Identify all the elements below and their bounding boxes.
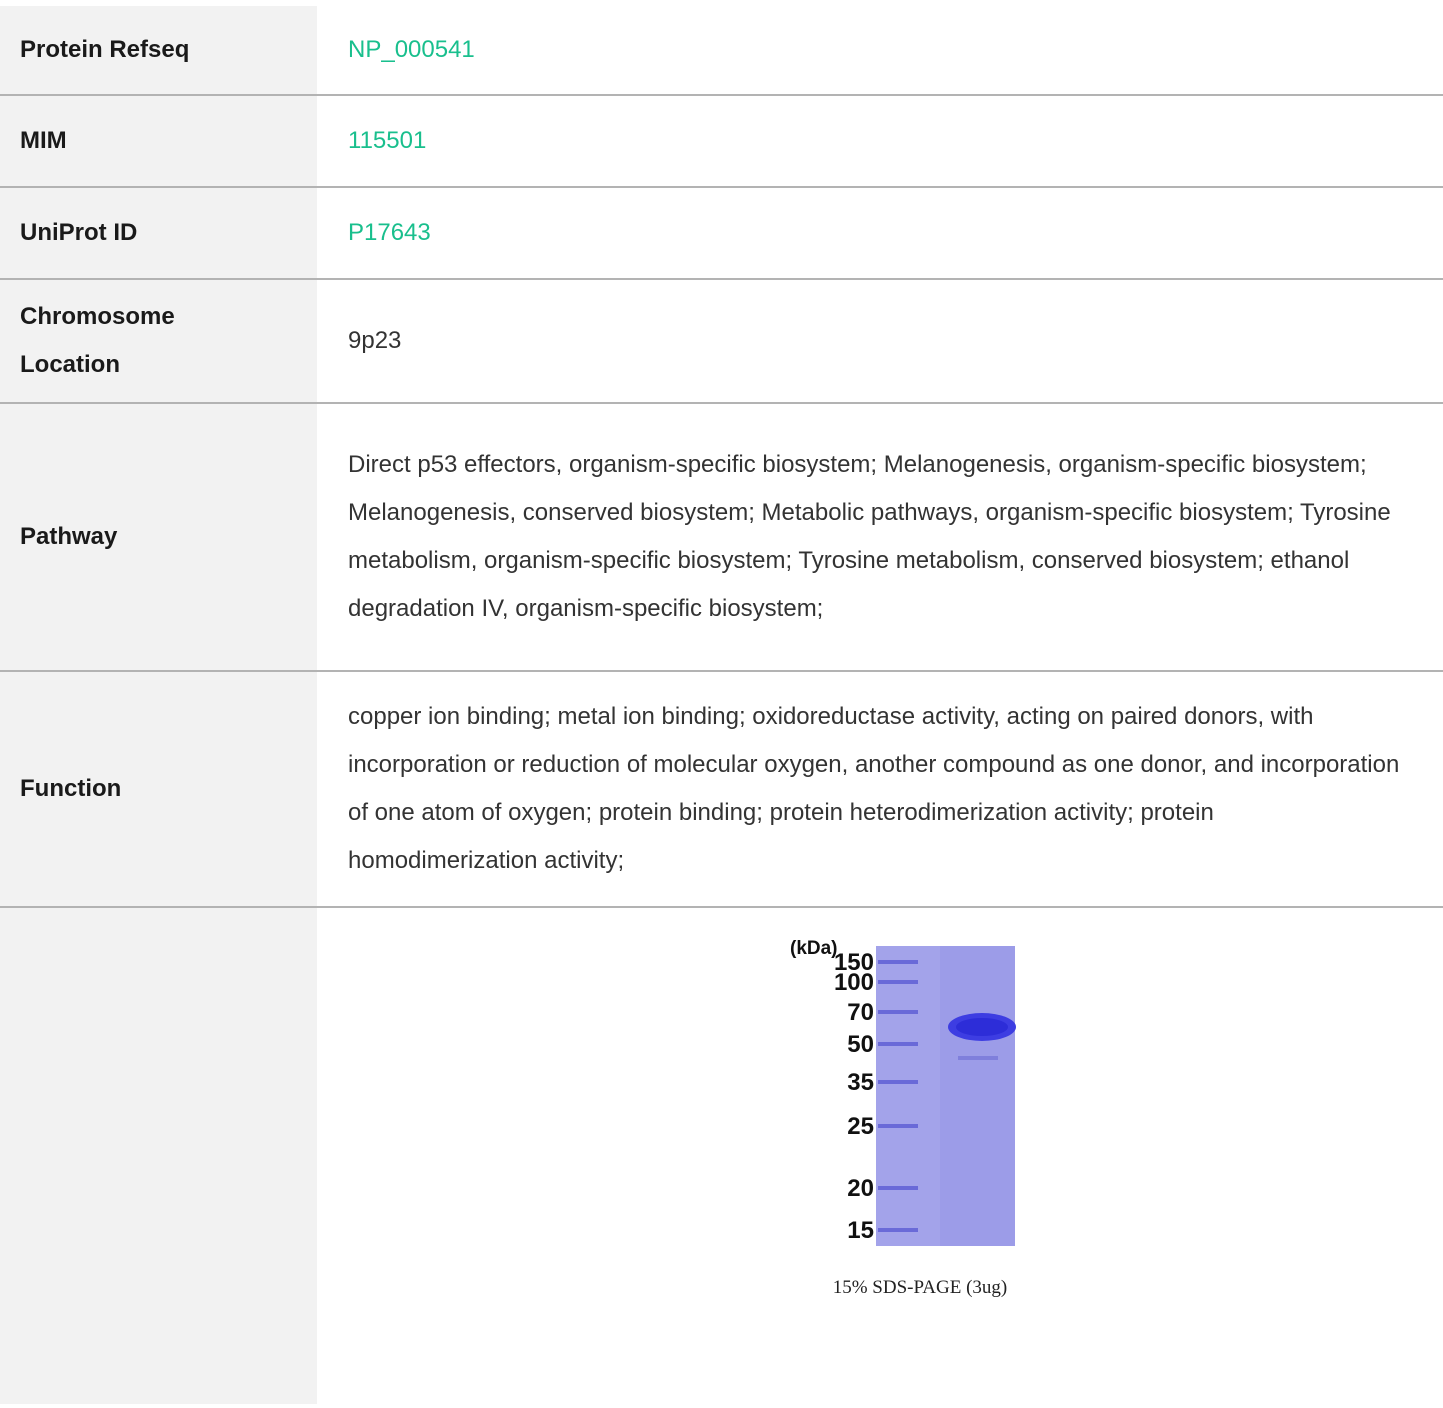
ladder-band: [878, 1010, 918, 1014]
mim-link[interactable]: 115501: [348, 117, 426, 165]
table-row: Protein Refseq NP_000541: [0, 6, 1443, 96]
table-row: Pathway Direct p53 effectors, organism-s…: [0, 404, 1443, 672]
row-value: 9p23: [348, 327, 402, 354]
row-label: Protein Refseq: [0, 6, 317, 94]
uniprot-link[interactable]: P17643: [348, 209, 431, 257]
minor-band: [958, 1056, 998, 1060]
table-row: MIM 115501: [0, 96, 1443, 188]
row-value: copper ion binding; metal ion binding; o…: [348, 703, 1400, 874]
ladder-band: [878, 1042, 918, 1046]
row-label: Chromosome Location: [0, 280, 317, 402]
marker-label: 35: [847, 1069, 874, 1096]
gel-svg: (kDa) 150100705035252015: [790, 938, 1016, 1246]
kda-label: (kDa): [790, 938, 838, 959]
sds-page-gel-image: (kDa) 150 100 70 50 35 25 20 15 15% SDS-PAGE (3…: [790, 932, 1050, 1328]
row-label: UniProt ID: [0, 188, 317, 278]
ladder-band: [878, 1228, 918, 1232]
main-protein-band-core: [956, 1018, 1008, 1036]
refseq-link[interactable]: NP_000541: [348, 26, 475, 74]
row-value: 115501: [317, 96, 1443, 186]
marker-label: 25: [847, 1113, 874, 1140]
marker-label: 70: [847, 999, 874, 1026]
ladder-band: [878, 1080, 918, 1084]
marker-label: 100: [834, 969, 874, 996]
table-row: Function copper ion binding; metal ion b…: [0, 672, 1443, 908]
marker-label: 50: [847, 1031, 874, 1058]
marker-label: 20: [847, 1175, 874, 1202]
row-value: NP_000541: [317, 6, 1443, 94]
row-value: Direct p53 effectors, organism-specific …: [348, 451, 1391, 622]
table-row: UniProt ID P17643: [0, 188, 1443, 280]
ladder-band: [878, 1124, 918, 1128]
protein-info-table: Protein Refseq NP_000541 MIM 115501 UniP…: [0, 6, 1443, 1404]
table-row: (kDa) 150 100 70 50 35 25 20 15 15% SDS-PAGE (3…: [0, 908, 1443, 1404]
marker-label: 15: [847, 1217, 874, 1244]
row-label: Function: [0, 672, 317, 906]
row-label: [0, 908, 317, 1404]
row-value: (kDa) 150 100 70 50 35 25 20 15 15% SDS-PAGE (3…: [317, 908, 1443, 1404]
row-value: P17643: [317, 188, 1443, 278]
gel-sample-lane: [940, 946, 1015, 1246]
gel-caption: 15% SDS-PAGE (3ug): [832, 1277, 1008, 1298]
table-row: Chromosome Location 9p23: [0, 280, 1443, 404]
ladder-band: [878, 960, 918, 964]
row-label: Pathway: [0, 404, 317, 670]
marker-labels: 150100705035252015: [834, 949, 874, 1244]
ladder-band: [878, 1186, 918, 1190]
ladder-band: [878, 980, 918, 984]
row-label: MIM: [0, 96, 317, 186]
